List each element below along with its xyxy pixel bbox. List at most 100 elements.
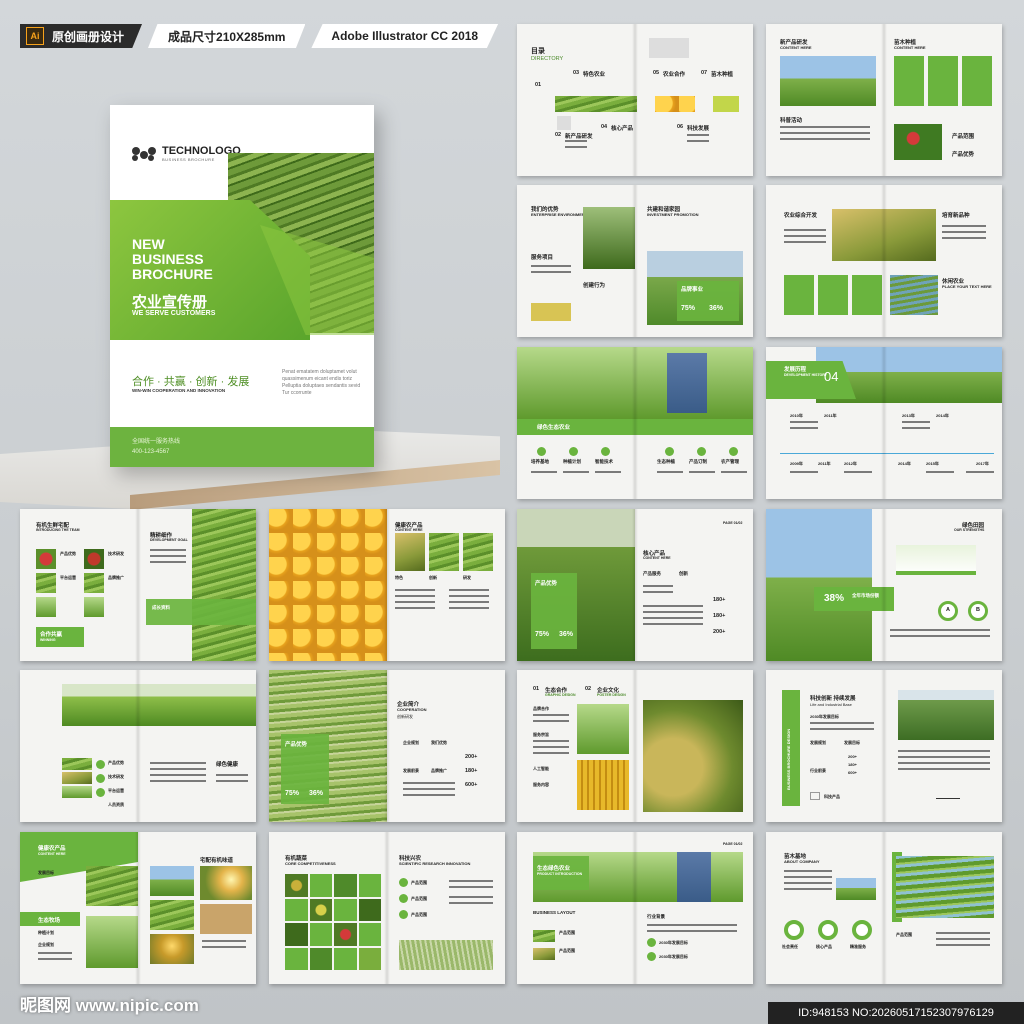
text-line: [449, 589, 489, 591]
s14-item-2: 发展目标: [844, 740, 860, 745]
text-line: [150, 549, 186, 551]
s15-item-2: 种植计划: [38, 930, 54, 935]
text-line: [395, 601, 435, 603]
s12-item-1: 企业规划: [403, 740, 419, 745]
text-line: [565, 140, 587, 142]
s12-sub: COOPERATION: [397, 707, 427, 712]
text-line: [216, 774, 248, 776]
s14-num-2: 180+: [848, 762, 858, 767]
s3-stat-1: 75%: [681, 305, 696, 312]
text-line: [38, 952, 72, 954]
s5-item-2: 种植计划: [563, 459, 581, 464]
grid-cell: [309, 898, 332, 921]
s2-green-card-1: [894, 56, 924, 106]
s13-num-1: 01: [533, 686, 540, 692]
s11-photo-2: [62, 772, 92, 784]
grid-cell: [358, 947, 381, 970]
text-line: [395, 607, 435, 609]
s12-item-4: 品牌推广: [431, 768, 447, 773]
s17-item-1: 产品范围: [559, 930, 575, 935]
s17-item-2: 产品范围: [559, 948, 575, 953]
s16-icon-2: [399, 894, 408, 903]
s5-icon-1: [537, 447, 546, 456]
s2-right-sub: CONTENT HERE: [894, 45, 926, 50]
s12-sub2: 创新研发: [397, 714, 413, 719]
s4-right-sub-2: PLACE YOUR TEXT HERE: [942, 284, 992, 289]
s15-title-2: 生态牧场: [38, 918, 61, 924]
spread-ecological-cooperation: 01 生态合作 GRAPHIC DESIGN 02 企业文化 POSTER DE…: [517, 670, 753, 822]
grid-cell: [285, 874, 308, 897]
s6-year-2010: 2010年: [790, 413, 803, 418]
grid-cell: [309, 923, 332, 946]
text-line: [966, 471, 994, 473]
cover-hotline-number: 400-123-4567: [132, 449, 170, 455]
s6-year-2011: 2011年: [824, 413, 837, 418]
s2-strawberry-photo: [894, 124, 942, 160]
s7-field-photo: [192, 509, 256, 661]
s14-item-5: 科技产品: [824, 794, 840, 799]
s13-item-3: 人工智能: [533, 766, 549, 771]
text-line: [449, 886, 493, 888]
cover-paragraph: Penat ematatem doluptamet volut quassime…: [282, 369, 361, 396]
text-line: [38, 958, 72, 960]
s4-right-title: 培育新品种: [942, 213, 970, 219]
text-line: [533, 714, 569, 716]
s15-photo-2: [86, 916, 138, 968]
text-line: [844, 471, 872, 473]
s15-photo-5: [150, 934, 194, 964]
placeholder-block: [649, 38, 689, 58]
text-line: [150, 555, 186, 557]
s6-year-2014: 2014年: [936, 413, 949, 418]
s8-caption-1: 特色: [395, 575, 403, 580]
text-line: [449, 902, 493, 904]
s15-sub: CONTENT HERE: [38, 852, 66, 856]
dir-item-05: 农业合作: [663, 72, 686, 78]
s11-icon-1: [96, 760, 105, 769]
text-line: [216, 780, 248, 782]
s10-sub: OUR STRENGTHS: [954, 528, 985, 532]
s18-terrace-photo: [896, 856, 994, 918]
s8-caption-3: 研发: [463, 575, 471, 580]
text-line: [150, 762, 206, 764]
s15-right-title: 宅配有机味道: [200, 858, 234, 864]
spread-advantages: 我们的优势 ENTERPRISE ENVIRONMENT 服务项目 创建行为 共…: [517, 185, 753, 337]
placeholder-block: [557, 116, 571, 130]
s5-icon-3: [601, 447, 610, 456]
s3-seedling-photo: [583, 207, 635, 269]
s11-icon-2: [96, 774, 105, 783]
text-line: [150, 780, 206, 782]
s12-num-2: 180+: [465, 768, 478, 774]
watermark: 昵图网 www.nipic.com: [20, 996, 199, 1015]
text-line: [531, 265, 571, 267]
text-line: [784, 870, 832, 872]
s6-year-2009: 2009年: [790, 461, 803, 466]
s18-caption-2: 核心产品: [816, 944, 832, 949]
s11-wheat-photo: [62, 684, 256, 726]
s16-right-sub: SCIENTIFIC RESEARCH INNOVATION: [399, 861, 471, 866]
dir-num-07: 07: [701, 70, 708, 76]
text-line: [784, 241, 826, 243]
s18-ring-1: [784, 920, 804, 940]
s5-icon-2: [569, 447, 578, 456]
s15-sunset-photo: [200, 866, 252, 900]
grid-cell: [358, 923, 381, 946]
s16-item-3: 产品范围: [411, 912, 427, 917]
text-line: [449, 896, 493, 898]
s9-stat-2: 36%: [559, 631, 574, 638]
software-label: Adobe Illustrator CC 2018: [331, 29, 479, 43]
s13-hill-photo: [643, 700, 743, 812]
text-line: [150, 774, 206, 776]
text-line: [936, 944, 990, 946]
grid-cell: [334, 898, 357, 921]
s6-year-2011b: 2011年: [818, 461, 831, 466]
text-line: [643, 623, 703, 625]
s9-item-1: 产品服务: [643, 571, 661, 576]
spread-green-ecology: 绿色生态农业 培养基地 种植计划 智能技术 生态种植 产品订制 农产管理: [517, 347, 753, 499]
s13-sub-1: GRAPHIC DESIGN: [545, 693, 576, 697]
s10-box-label: 全年市场份额: [852, 593, 879, 598]
s8-caption-2: 创新: [429, 575, 437, 580]
s7-item-4: 品牌推广: [108, 575, 124, 580]
s5-item-3: 智能技术: [595, 459, 613, 464]
s10-ring-a-label: A: [946, 607, 950, 613]
signature: [936, 788, 960, 799]
